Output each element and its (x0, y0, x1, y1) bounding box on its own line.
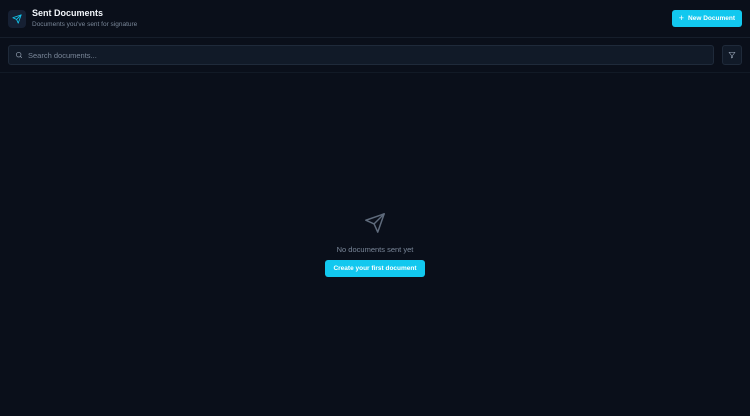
create-first-document-button[interactable]: Create your first document (325, 260, 425, 277)
filter-button[interactable] (722, 45, 742, 65)
new-document-button[interactable]: + New Document (671, 10, 742, 27)
send-icon (8, 9, 26, 28)
search-box[interactable] (8, 45, 714, 65)
empty-state: No documents sent yet Create your first … (0, 212, 750, 277)
page-title: Sent Documents (32, 8, 104, 18)
send-icon (364, 212, 386, 239)
header-left: Sent Documents Documents you've sent for… (8, 8, 137, 29)
filter-icon (728, 52, 736, 59)
plus-icon: + (678, 13, 685, 23)
search-row (0, 38, 750, 73)
app-root: Sent Documents Documents you've sent for… (0, 0, 750, 416)
search-input[interactable] (28, 50, 707, 60)
header-titles: Sent Documents Documents you've sent for… (32, 8, 137, 29)
page-subtitle: Documents you've sent for signature (32, 21, 138, 28)
new-document-label: New Document (688, 15, 735, 22)
empty-state-message: No documents sent yet (336, 245, 414, 254)
search-icon (15, 51, 23, 59)
page-header: Sent Documents Documents you've sent for… (0, 0, 750, 38)
